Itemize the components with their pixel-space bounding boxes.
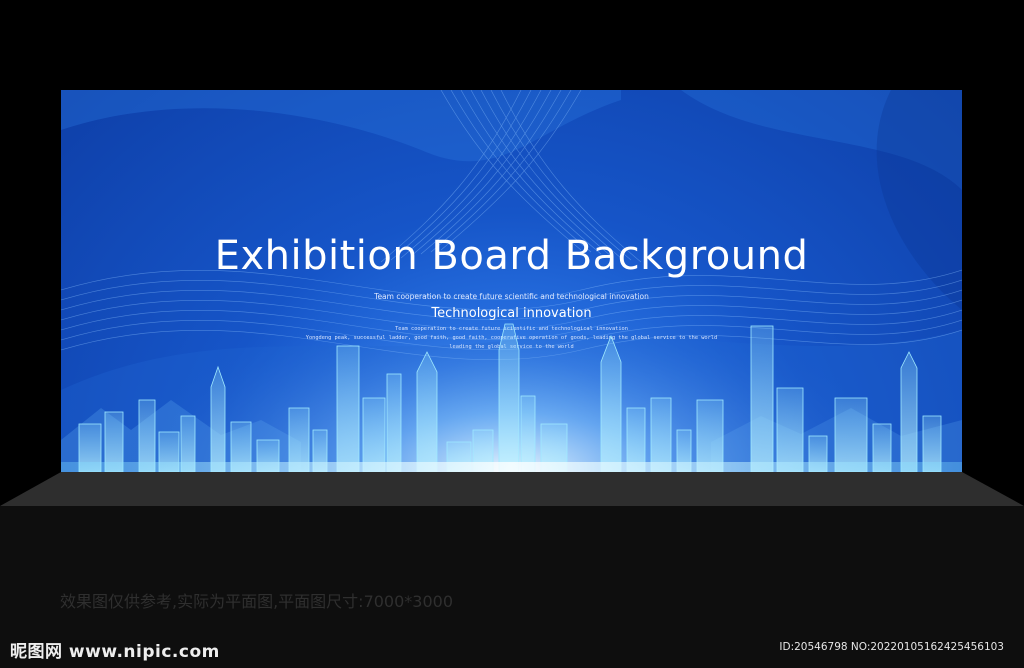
exhibition-board: Exhibition Board Background Team coopera… xyxy=(61,90,962,472)
disclaimer-text: 效果图仅供参考,实际为平面图,平面图尺寸:7000*3000 xyxy=(60,592,454,611)
site-logo[interactable]: 昵图网 www.nipic.com xyxy=(10,637,220,662)
city-skyline xyxy=(61,323,962,472)
board-title: Exhibition Board Background xyxy=(214,233,809,279)
board-tagline: Team cooperation to create future scient… xyxy=(374,292,649,301)
image-id-text: ID:20546798 NO:20220105162425456103 xyxy=(779,641,1004,653)
stage-floor xyxy=(0,472,1024,506)
preview-stage: Exhibition Board Background Team coopera… xyxy=(0,0,1024,668)
